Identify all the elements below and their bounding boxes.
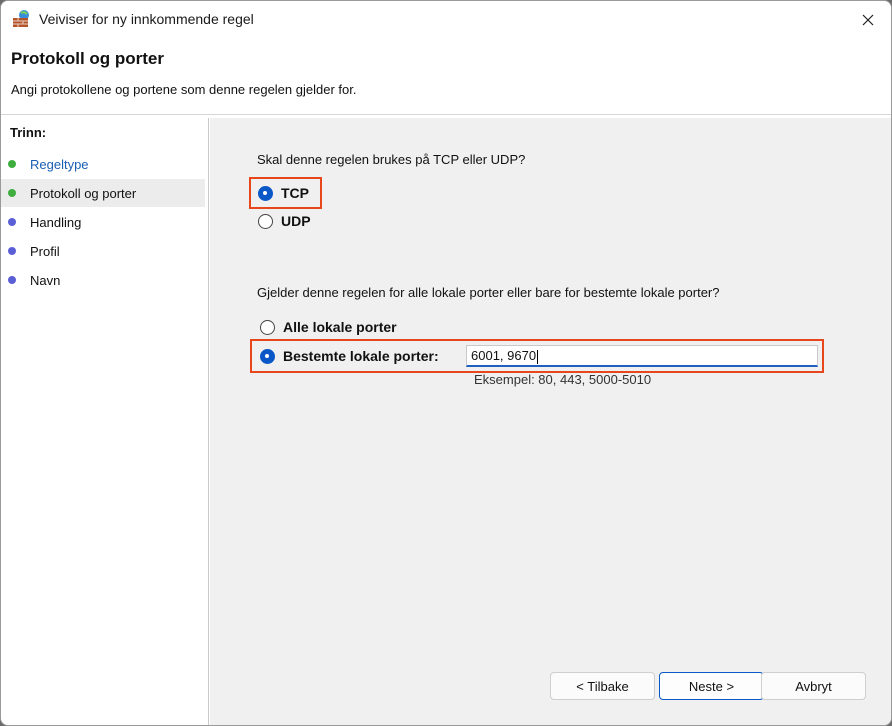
steps-sidebar: Trinn: Regeltype Protokoll og porter Han… (1, 118, 209, 725)
all-ports-radio-option[interactable]: Alle lokale porter (260, 316, 397, 338)
udp-radio[interactable] (258, 213, 273, 229)
tcp-radio[interactable] (258, 185, 273, 201)
step-profil: Profil (1, 237, 205, 265)
step-label: Navn (30, 273, 61, 288)
step-completed-dot-icon (8, 160, 16, 168)
step-current-dot-icon (8, 189, 16, 197)
tcp-radio-option[interactable]: TCP (258, 182, 309, 204)
ports-input-value: 6001, 9670 (471, 348, 537, 363)
page-title: Protokoll og porter (11, 49, 164, 68)
back-button[interactable]: < Tilbake (550, 672, 655, 700)
close-icon (862, 14, 874, 26)
step-label: Profil (30, 244, 60, 259)
udp-radio-option[interactable]: UDP (258, 210, 311, 232)
ports-example-hint: Eksempel: 80, 443, 5000-5010 (474, 372, 652, 387)
specific-ports-radio[interactable] (260, 348, 275, 364)
next-button[interactable]: Neste > (659, 672, 764, 700)
main-content: Skal denne regelen brukes på TCP eller U… (210, 118, 891, 725)
step-pending-dot-icon (8, 218, 16, 226)
window-title: Veiviser for ny innkommende regel (39, 11, 254, 27)
wizard-window: Veiviser for ny innkommende regel Protok… (0, 0, 892, 726)
all-ports-radio[interactable] (260, 319, 275, 335)
step-pending-dot-icon (8, 276, 16, 284)
all-ports-label: Alle lokale porter (283, 319, 397, 335)
specific-ports-label: Bestemte lokale porter: (283, 348, 439, 364)
step-pending-dot-icon (8, 247, 16, 255)
title-bar: Veiviser for ny innkommende regel (1, 1, 891, 39)
step-label: Protokoll og porter (30, 186, 137, 201)
text-caret (537, 349, 539, 364)
wizard-header: Protokoll og porter Angi protokollene og… (1, 39, 891, 115)
specific-ports-radio-option[interactable]: Bestemte lokale porter: (260, 345, 439, 367)
steps-heading: Trinn: (10, 125, 47, 140)
page-description: Angi protokollene og portene som denne r… (11, 82, 357, 97)
udp-label: UDP (281, 213, 311, 229)
step-protokoll-og-porter[interactable]: Protokoll og porter (1, 179, 205, 207)
step-navn: Navn (1, 266, 205, 294)
protocol-question: Skal denne regelen brukes på TCP eller U… (257, 152, 526, 167)
ports-question: Gjelder denne regelen for alle lokale po… (257, 285, 720, 300)
step-label: Regeltype (30, 157, 89, 172)
specific-ports-input[interactable]: 6001, 9670 (466, 345, 818, 367)
tcp-label: TCP (281, 185, 309, 201)
close-button[interactable] (845, 1, 891, 39)
step-handling: Handling (1, 208, 205, 236)
cancel-button[interactable]: Avbryt (761, 672, 866, 700)
firewall-brick-icon (12, 9, 32, 29)
step-regeltype[interactable]: Regeltype (1, 150, 205, 178)
step-label: Handling (30, 215, 82, 230)
